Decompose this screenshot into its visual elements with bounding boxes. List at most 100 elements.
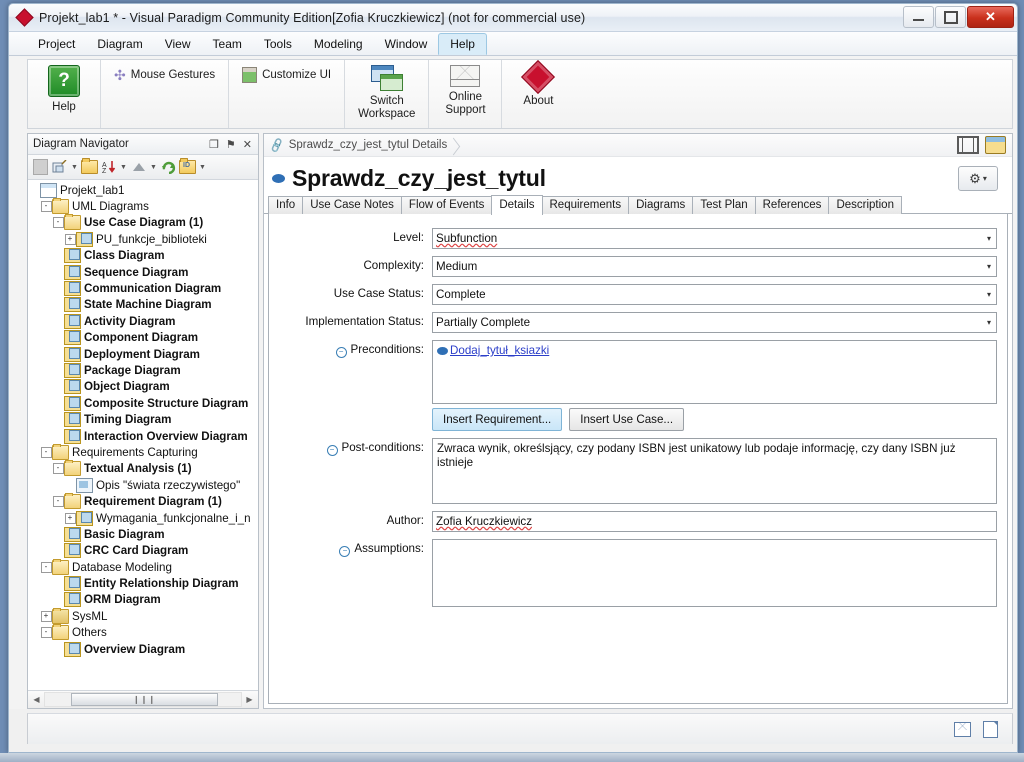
tree-item[interactable]: - Use Case Diagram (1) bbox=[28, 214, 258, 231]
tree-expander-icon[interactable] bbox=[52, 526, 64, 542]
collapse-toggle-icon[interactable]: − bbox=[339, 546, 351, 557]
tree-expander-icon[interactable] bbox=[52, 346, 64, 362]
precondition-item[interactable]: Dodaj_tytuł_ksiazki bbox=[437, 344, 992, 358]
tab-test-plan[interactable]: Test Plan bbox=[692, 196, 756, 214]
tree-expander-icon[interactable] bbox=[64, 477, 76, 493]
scroll-thumb[interactable]: ❙❙❙ bbox=[71, 693, 218, 706]
tree-item[interactable]: Entity Relationship Diagram bbox=[28, 575, 258, 592]
tree-expander-icon[interactable]: - bbox=[40, 444, 52, 460]
editor-tabs[interactable]: Info Use Case Notes Flow of Events Details R… bbox=[264, 194, 1012, 215]
diagram-tree[interactable]: Projekt_lab1- UML Diagrams - Use Case Diagr… bbox=[28, 180, 258, 690]
scroll-track[interactable]: ❙❙❙ bbox=[44, 692, 242, 707]
tree-expander-icon[interactable]: + bbox=[64, 231, 76, 247]
dropdown-caret-icon[interactable]: ▼ bbox=[149, 164, 158, 171]
tree-item[interactable]: + SysML bbox=[28, 607, 258, 624]
tree-expander-icon[interactable]: - bbox=[52, 494, 64, 510]
close-button[interactable]: ✕ bbox=[967, 6, 1014, 28]
customize-ui-button[interactable]: Customize UI bbox=[233, 60, 340, 86]
assumptions-textarea[interactable] bbox=[432, 539, 997, 607]
tree-item[interactable]: CRC Card Diagram bbox=[28, 543, 258, 559]
tree-expander-icon[interactable] bbox=[52, 248, 64, 264]
menu-project[interactable]: Project bbox=[27, 32, 86, 55]
message-icon[interactable] bbox=[954, 721, 971, 737]
tree-item[interactable]: State Machine Diagram bbox=[28, 297, 258, 313]
tree-item[interactable]: + Wymagania_funkcjonalne_i_n bbox=[28, 510, 258, 526]
tree-expander-icon[interactable] bbox=[52, 641, 64, 657]
tab-references[interactable]: References bbox=[754, 196, 830, 214]
tab-description[interactable]: Description bbox=[828, 196, 902, 214]
tree-expander-icon[interactable] bbox=[52, 576, 64, 592]
tree-item[interactable]: - Others bbox=[28, 624, 258, 641]
tree-expander-icon[interactable] bbox=[52, 264, 64, 280]
restore-icon[interactable]: ❐ bbox=[209, 138, 219, 151]
about-button[interactable]: About bbox=[506, 60, 570, 128]
tree-item[interactable]: - UML Diagrams bbox=[28, 198, 258, 215]
sort-descending-icon[interactable]: AZ bbox=[100, 159, 117, 176]
scroll-left-icon[interactable]: ◀ bbox=[29, 695, 44, 704]
navigator-horizontal-scrollbar[interactable]: ◀ ❙❙❙ ▶ bbox=[28, 690, 258, 708]
tree-item[interactable]: Timing Diagram bbox=[28, 411, 258, 428]
preconditions-box[interactable]: Dodaj_tytuł_ksiazki bbox=[432, 340, 997, 404]
tree-item[interactable]: Component Diagram bbox=[28, 330, 258, 346]
tree-expander-icon[interactable] bbox=[52, 395, 64, 411]
tree-item[interactable]: Class Diagram bbox=[28, 248, 258, 264]
precondition-link[interactable]: Dodaj_tytuł_ksiazki bbox=[450, 344, 549, 358]
mouse-gestures-button[interactable]: ✣ Mouse Gestures bbox=[105, 60, 224, 86]
tree-expander-icon[interactable]: - bbox=[52, 461, 64, 477]
menu-window[interactable]: Window bbox=[374, 32, 439, 55]
tree-expander-icon[interactable] bbox=[52, 330, 64, 346]
menu-modeling[interactable]: Modeling bbox=[303, 32, 374, 55]
tab-use-case-notes[interactable]: Use Case Notes bbox=[302, 196, 402, 214]
tree-expander-icon[interactable] bbox=[52, 313, 64, 329]
tree-expander-icon[interactable] bbox=[52, 592, 64, 608]
online-support-button[interactable]: Online Support bbox=[433, 60, 497, 128]
tree-item[interactable]: - Database Modeling bbox=[28, 558, 258, 575]
insert-requirement-button[interactable]: Insert Requirement... bbox=[432, 408, 563, 431]
open-folder-icon[interactable] bbox=[81, 158, 98, 176]
tree-item[interactable]: + PU_funkcje_biblioteki bbox=[28, 231, 258, 247]
collapse-up-icon[interactable] bbox=[130, 159, 147, 176]
tab-flow-of-events[interactable]: Flow of Events bbox=[400, 196, 493, 214]
tree-expander-icon[interactable]: - bbox=[52, 215, 64, 231]
menu-diagram[interactable]: Diagram bbox=[86, 32, 153, 55]
tree-expander-icon[interactable]: - bbox=[40, 199, 52, 215]
tree-item[interactable]: Deployment Diagram bbox=[28, 346, 258, 362]
tree-item[interactable]: Interaction Overview Diagram bbox=[28, 428, 258, 444]
breadcrumb[interactable]: 🔗 Sprawdz_czy_jest_tytul Details bbox=[269, 137, 459, 153]
tree-expander-icon[interactable]: - bbox=[40, 625, 52, 641]
tree-expander-icon[interactable] bbox=[52, 297, 64, 313]
tree-expander-icon[interactable] bbox=[52, 379, 64, 395]
collapse-toggle-icon[interactable]: − bbox=[335, 347, 347, 358]
tree-item[interactable]: Opis "świata rzeczywistego" bbox=[28, 477, 258, 493]
refresh-icon[interactable] bbox=[160, 159, 177, 176]
tree-item[interactable]: Package Diagram bbox=[28, 362, 258, 378]
level-select[interactable]: Subfunction ▾ bbox=[432, 228, 997, 249]
tab-details[interactable]: Details bbox=[491, 195, 543, 215]
switch-workspace-button[interactable]: Switch Workspace bbox=[349, 60, 424, 128]
blank-square-icon[interactable] bbox=[32, 159, 49, 176]
menu-tools[interactable]: Tools bbox=[253, 32, 303, 55]
tree-item[interactable]: - Requirement Diagram (1) bbox=[28, 493, 258, 510]
maximize-button[interactable] bbox=[935, 6, 966, 28]
tab-diagrams[interactable]: Diagrams bbox=[628, 196, 694, 214]
tree-expander-icon[interactable]: + bbox=[40, 608, 52, 624]
tree-expander-icon[interactable] bbox=[52, 281, 64, 297]
tree-item[interactable]: Projekt_lab1 bbox=[28, 182, 258, 198]
dropdown-caret-icon[interactable]: ▼ bbox=[198, 164, 207, 171]
tree-expander-icon[interactable] bbox=[28, 182, 40, 198]
tree-item[interactable]: Basic Diagram bbox=[28, 526, 258, 542]
tree-item[interactable]: Activity Diagram bbox=[28, 313, 258, 329]
new-diagram-icon[interactable] bbox=[51, 159, 68, 176]
folder-tools-icon[interactable]: ID bbox=[179, 158, 196, 176]
tree-item[interactable]: Sequence Diagram bbox=[28, 264, 258, 280]
implementation-status-select[interactable]: Partially Complete ▾ bbox=[432, 312, 997, 333]
log-document-icon[interactable] bbox=[983, 720, 998, 738]
tab-requirements[interactable]: Requirements bbox=[541, 196, 630, 214]
tree-item[interactable]: - Textual Analysis (1) bbox=[28, 460, 258, 477]
tree-item[interactable]: ORM Diagram bbox=[28, 592, 258, 608]
fit-grid-icon[interactable] bbox=[957, 136, 979, 154]
panel-layout-icon[interactable] bbox=[985, 136, 1006, 154]
insert-use-case-button[interactable]: Insert Use Case... bbox=[569, 408, 685, 431]
tree-item[interactable]: - Requirements Capturing bbox=[28, 443, 258, 460]
tree-item[interactable]: Object Diagram bbox=[28, 379, 258, 395]
